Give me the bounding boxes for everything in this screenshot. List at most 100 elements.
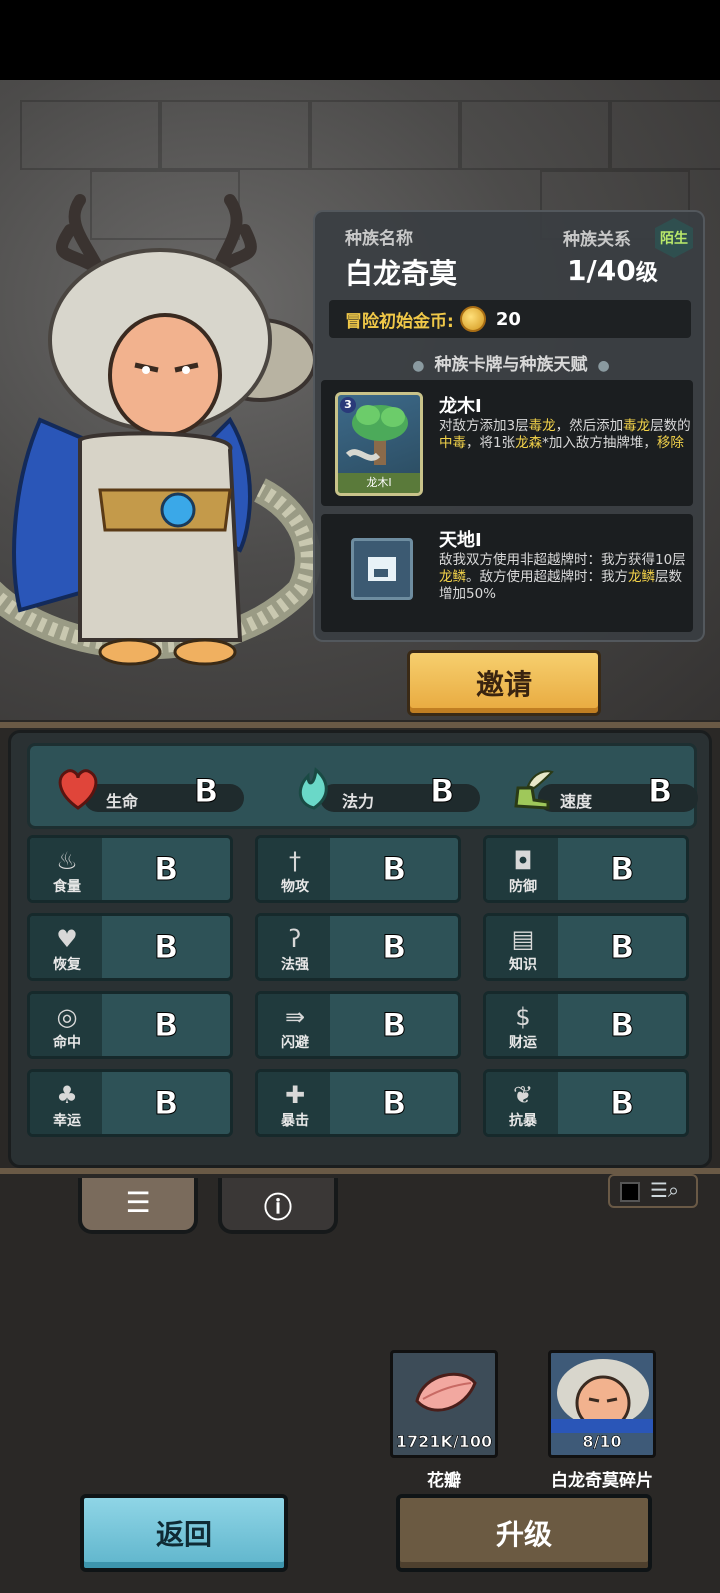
stat-recovery[interactable]: ♥ 恢复 B [27, 913, 233, 981]
staff-icon: ʔ [288, 925, 302, 953]
tab-stats-list[interactable]: ☰ [78, 1178, 198, 1234]
dot-icon: ● [597, 358, 610, 374]
cards-and-talents-title: ● 种族卡牌与种族天赋 ● [315, 350, 707, 375]
stat-grade: B [609, 1084, 635, 1123]
desc-text: ，将1张 [466, 435, 516, 451]
main-stats-bar: 生命 B 法力 B 速度 B [27, 743, 698, 829]
stat-grade: B [381, 928, 407, 967]
stat-name: 抗暴 [509, 1113, 537, 1129]
petal-item[interactable]: 1721K/100 [390, 1350, 498, 1458]
sword-icon: † [289, 847, 301, 875]
stat-grade: B [381, 850, 407, 889]
stat-name: 暴击 [281, 1113, 309, 1129]
stat-physical-attack[interactable]: † 物攻 B [255, 835, 461, 903]
character-shard-item[interactable]: 8/10 [548, 1350, 656, 1458]
crit-icon: ✚ [284, 1081, 306, 1109]
stat-grade: B [153, 1006, 179, 1045]
filter-toggle[interactable]: ☰⌕ [608, 1174, 698, 1208]
tab-info[interactable]: ⓘ [218, 1178, 338, 1234]
race-level: 1/40级 [567, 254, 658, 287]
race-talent-row[interactable]: 天地I 敌我双方使用非超越牌时：我方获得10层龙鳞。敌方使用超越牌时：我方龙鳞层… [321, 514, 693, 632]
stat-grade: B [609, 928, 635, 967]
level-value: 1/40 [567, 254, 636, 287]
stat-hp[interactable]: 生命 B [44, 766, 254, 816]
stat-name: 速度 [560, 792, 593, 811]
petal-icon [415, 1372, 477, 1412]
talent-title: 天地I [439, 530, 482, 551]
flame-icon [298, 767, 328, 810]
list-search-icon: ☰⌕ [650, 1178, 680, 1202]
stat-name: 防御 [509, 879, 537, 895]
stat-critical[interactable]: ✚ 暴击 B [255, 1069, 461, 1137]
stat-food[interactable]: ♨ 食量 B [27, 835, 233, 903]
stat-name: 恢复 [53, 957, 81, 973]
item-count: 8/10 [582, 1432, 622, 1452]
winged-boot-icon [514, 770, 554, 810]
stat-grade: B [153, 850, 179, 889]
stat-accuracy[interactable]: ◎ 命中 B [27, 991, 233, 1059]
stat-luck[interactable]: ♣ 幸运 B [27, 1069, 233, 1137]
heart-plus-icon: ♥ [56, 925, 78, 953]
card-title: 龙木I [439, 396, 482, 417]
stat-mana[interactable]: 法力 B [280, 766, 490, 816]
talent-icon[interactable] [351, 538, 413, 600]
stat-spell-power[interactable]: ʔ 法强 B [255, 913, 461, 981]
shield-flower-icon: ❦ [512, 1081, 534, 1109]
item-name: 花瓣 [427, 1471, 461, 1491]
stat-name: 闪避 [281, 1035, 309, 1051]
race-name: 白龙奇莫 [345, 257, 458, 290]
level-suffix: 级 [635, 261, 658, 286]
item-name: 白龙奇莫碎片 [551, 1471, 653, 1491]
info-icon: ⓘ [263, 1191, 292, 1224]
stat-name: 幸运 [53, 1113, 81, 1129]
upgrade-button[interactable]: 升级 [396, 1494, 652, 1572]
keyword-text: 毒龙 [528, 418, 556, 434]
starting-gold-row: 冒险初始金币: 20 [329, 300, 691, 338]
talent-description: 敌我双方使用非超越牌时：我方获得10层龙鳞。敌方使用超越牌时：我方龙鳞层数增加5… [439, 552, 691, 603]
stat-name: 法强 [281, 957, 309, 973]
back-button[interactable]: 返回 [80, 1494, 288, 1572]
heart-icon [58, 769, 98, 810]
race-name-label: 种族名称 [345, 229, 413, 249]
stat-defense[interactable]: ◘ 防御 B [483, 835, 689, 903]
dash-arrow-icon: ⇛ [284, 1003, 306, 1031]
starting-gold-value: 20 [495, 308, 521, 330]
card-description: 对敌方添加3层毒龙，然后添加毒龙层数的中毒，将1张龙森*加入敌方抽牌堆，移除 [439, 418, 691, 452]
card-cost-badge: 3 [340, 397, 356, 413]
item-count: 1721K/100 [395, 1432, 493, 1452]
race-info-panel: 种族名称 白龙奇莫 种族关系 陌生 1/40级 冒险初始金币: 20 ● 种族卡牌… [313, 210, 705, 642]
stat-knowledge[interactable]: ▤ 知识 B [483, 913, 689, 981]
stat-evasion[interactable]: ⇛ 闪避 B [255, 991, 461, 1059]
desc-text: 敌我双方使用非超越牌时：我方获得10层 [439, 552, 686, 568]
card-caption: 龙木I [338, 473, 420, 493]
stat-name: 食量 [53, 879, 81, 895]
dot-icon: ● [412, 358, 425, 374]
keyword-text: 龙鳞 [628, 569, 655, 585]
stat-grade: B [381, 1006, 407, 1045]
race-relation-label: 种族关系 [563, 230, 631, 250]
race-card-row[interactable]: 3 龙木I 龙木I 对敌方添加3层毒龙，然后添加毒龙层数的中毒，将1张龙森*加入… [321, 380, 693, 506]
talent-icon-glyph-cut [374, 569, 388, 577]
relation-badge: 陌生 [655, 218, 693, 258]
desc-text: *加入敌方抽牌堆， [542, 435, 657, 451]
status-bar [0, 0, 720, 80]
stat-grade: B [429, 772, 455, 811]
section-title-text: 种族卡牌与种族天赋 [434, 355, 588, 375]
stat-name: 财运 [509, 1035, 537, 1051]
stat-name: 物攻 [281, 879, 309, 895]
stat-name: 知识 [509, 957, 537, 973]
race-card-thumbnail[interactable]: 3 龙木I [335, 392, 423, 496]
keyword-text: 毒龙 [623, 418, 651, 434]
invite-button[interactable]: 邀请 [407, 650, 601, 716]
clover-icon: ♣ [56, 1081, 78, 1109]
stat-speed[interactable]: 速度 B [498, 766, 708, 816]
starting-gold-label: 冒险初始金币: [345, 311, 454, 332]
keyword-text: 中毒 [439, 435, 466, 451]
checkbox-icon[interactable] [620, 1182, 640, 1202]
stat-wealth[interactable]: $ 财运 B [483, 991, 689, 1059]
stat-name: 法力 [342, 792, 375, 811]
stat-name: 命中 [53, 1035, 81, 1051]
coin-icon [459, 306, 486, 332]
stat-crit-resist[interactable]: ❦ 抗暴 B [483, 1069, 689, 1137]
stat-name: 生命 [106, 792, 139, 811]
